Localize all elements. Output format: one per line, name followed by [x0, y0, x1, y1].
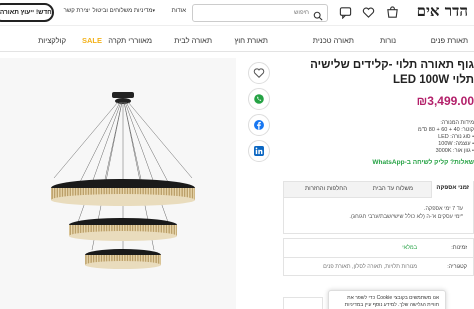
spec-line: • עוצמה: 100W — [438, 141, 474, 147]
spec-line: • גוון אור: 3000K — [435, 148, 474, 154]
nav-item-indoor-lighting[interactable]: תאורת פנים — [431, 36, 468, 45]
category-label: קטגוריה: — [447, 264, 467, 270]
header-link-shipping-policy[interactable]: ▾מדיניות משלוחים וביטול — [93, 8, 156, 14]
section-box — [283, 297, 323, 309]
product-title-line1: גוף תאורה תלוי -קלידים שלישיה — [310, 59, 474, 71]
whatsapp-icon — [253, 93, 265, 105]
product-image[interactable] — [0, 58, 236, 309]
wishlist-button[interactable] — [248, 62, 270, 84]
nav-item-ceiling-fans[interactable]: מאווררי תקרה — [108, 36, 152, 45]
chat-icon[interactable] — [339, 6, 352, 19]
nav-item-technical-lighting[interactable]: תאורה טכנית — [313, 36, 354, 45]
delivery-info-line: עד 7 ימי אספקה. — [423, 206, 463, 212]
nav-item-sale[interactable]: SALE — [82, 36, 102, 45]
tab-delivery-times[interactable]: זמני אספקה — [431, 181, 473, 198]
meta-row-category: קטגוריה: מנורות תלויות, תאורה לסלון, תאו… — [284, 257, 473, 275]
nav-item-bulbs[interactable]: נורות — [380, 36, 396, 45]
availability-label: זמינות: — [451, 245, 467, 251]
site-logo[interactable]: הדר אים — [417, 2, 468, 21]
product-price: ₪3,499.00 — [416, 94, 474, 108]
search-icon[interactable] — [313, 8, 323, 21]
facebook-icon — [253, 119, 265, 131]
meta-row-availability: זמינות: במלאי — [284, 239, 473, 257]
share-whatsapp-button[interactable] — [248, 88, 270, 110]
tab-exchanges-returns[interactable]: החלפות והחזרות — [305, 186, 347, 192]
site-header: הדר אים אודות ▾מדיניות משלוחים וביטול יצ… — [0, 0, 474, 26]
lighting-consult-button[interactable]: חדש! ייעוץ תאורה ל — [0, 3, 54, 22]
product-title: גוף תאורה תלוי -קלידים שלישיה תלוי LED 1… — [274, 58, 474, 88]
cart-icon[interactable] — [386, 6, 399, 19]
share-facebook-button[interactable] — [248, 114, 270, 136]
header-link-contact[interactable]: יצירת קשר — [64, 8, 90, 14]
search-box — [192, 4, 328, 22]
product-specs: מידות המנורה: קוטר: 40 + 60 + 80 ס"מ • ס… — [274, 120, 474, 155]
search-input[interactable] — [195, 5, 309, 21]
tab-home-delivery[interactable]: משלוח עד הבית — [373, 186, 413, 192]
main-nav: תאורת פנים נורות תאורה טכנית תאורת חוץ ת… — [0, 30, 474, 52]
availability-value: במלאי — [402, 245, 417, 251]
category-value[interactable]: מנורות תלויות, תאורה לסלון, תאורת פנים — [323, 264, 417, 270]
nav-item-collections[interactable]: קולקציות — [38, 36, 66, 45]
tab-content: עד 7 ימי אספקה. *ימי עסקים א'-ה (לא כולל… — [283, 198, 474, 234]
chandelier-image — [51, 92, 195, 269]
heart-icon[interactable] — [362, 6, 375, 19]
product-meta-table: זמינות: במלאי קטגוריה: מנורות תלויות, תא… — [283, 238, 474, 276]
delivery-info-line: *ימי עסקים א'-ה (לא כולל שישי/שבת/ערבי ח… — [349, 214, 463, 220]
spec-line: מידות המנורה: — [440, 120, 474, 126]
nav-item-outdoor-lighting[interactable]: תאורת חוץ — [234, 36, 268, 45]
product-title-line2: תלוי LED 100W — [393, 74, 474, 86]
cookie-text: אנו משתמשים בקובצי Cookie כדי לשפר את — [347, 295, 439, 301]
share-linkedin-button[interactable] — [248, 140, 270, 162]
header-link-about[interactable]: אודות — [172, 8, 186, 14]
linkedin-icon — [253, 145, 265, 157]
spec-line: קוטר: 40 + 60 + 80 ס"מ — [417, 127, 474, 133]
spec-line: • סוג נורה: LED — [438, 134, 474, 140]
cookie-text[interactable]: חוויית הגלישה שלך. למידע נוסף עיין במדינ… — [335, 302, 439, 309]
whatsapp-chat-link[interactable]: שאלות? קליק לשיחה ב-WhatsApp — [372, 159, 474, 166]
product-tabs: זמני אספקה משלוח עד הבית החלפות והחזרות — [283, 181, 474, 198]
heart-icon — [253, 67, 265, 79]
nav-item-home-lighting[interactable]: תאורה לבית — [174, 36, 212, 45]
cookie-notice: אנו משתמשים בקובצי Cookie כדי לשפר את חו… — [328, 290, 446, 309]
